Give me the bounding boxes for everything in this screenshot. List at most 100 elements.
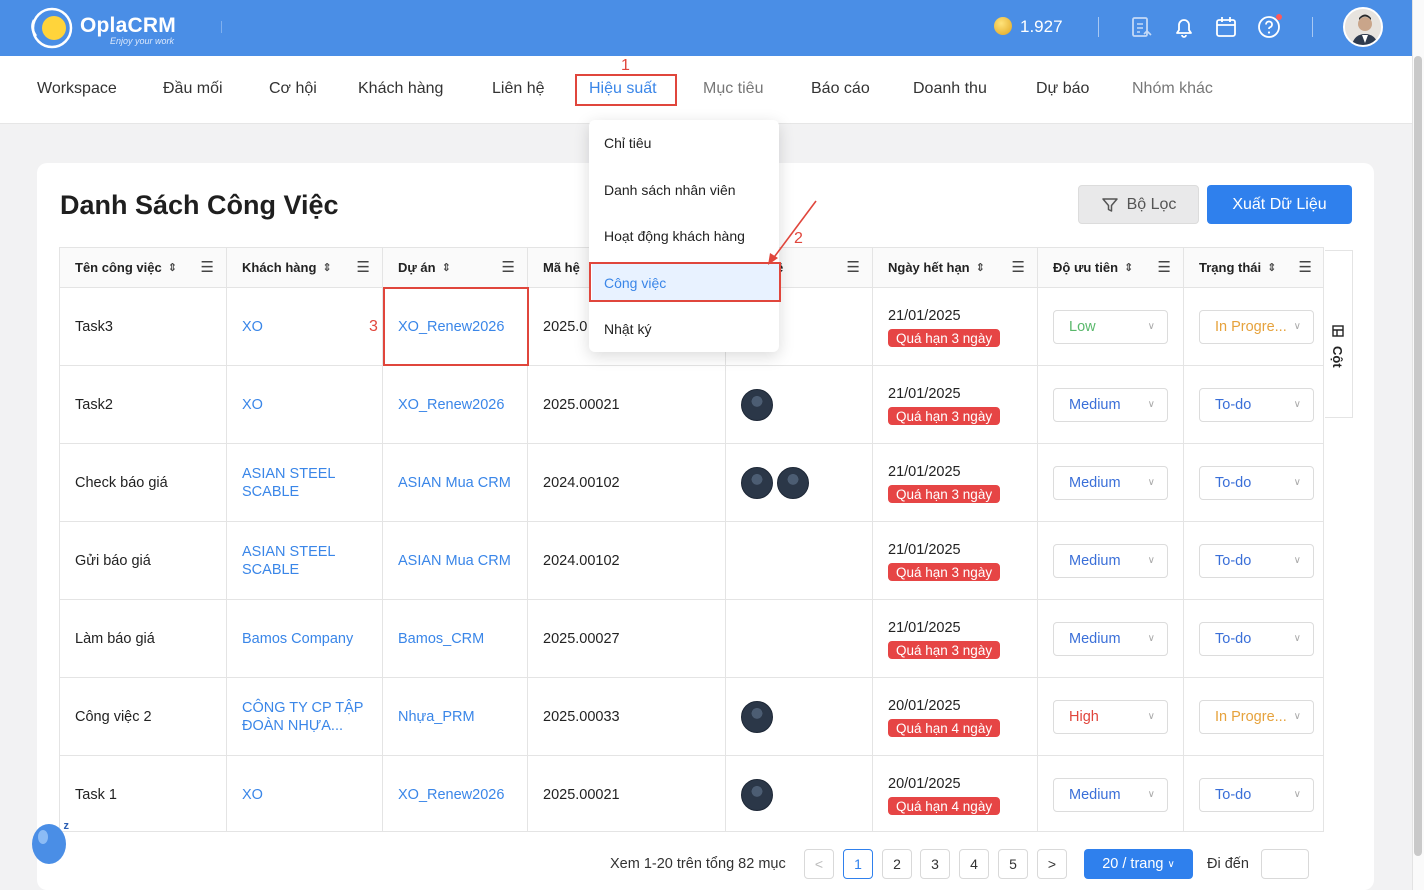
status-select[interactable]: In Progre... ∨ xyxy=(1199,309,1314,344)
user-avatar[interactable] xyxy=(1343,7,1383,47)
page-3-button[interactable]: 3 xyxy=(920,849,950,879)
status-select[interactable]: In Progre... ∨ xyxy=(1199,699,1314,734)
project-link[interactable]: XO_Renew2026 xyxy=(383,756,528,831)
bell-icon[interactable] xyxy=(1171,14,1197,40)
nav-bao-cao[interactable]: Báo cáo xyxy=(811,80,870,98)
oplacrm-logo[interactable] xyxy=(28,6,76,50)
col-header-priority[interactable]: Độ ưu tiên ⇕ ☰ xyxy=(1038,248,1184,288)
col-header-due-date[interactable]: Ngày hết hạn ⇕ ☰ xyxy=(873,248,1038,288)
col-header-status[interactable]: Trạng thái ⇕ ☰ xyxy=(1184,248,1323,288)
assignee-avatar[interactable] xyxy=(741,778,773,811)
task-name-cell[interactable]: Task3 xyxy=(60,288,227,365)
nav-doanh-thu[interactable]: Doanh thu xyxy=(913,80,987,98)
col-header-task-name[interactable]: Tên công việc ⇕ ☰ xyxy=(60,248,227,288)
project-link[interactable]: ASIAN Mua CRM xyxy=(383,522,528,599)
mascot-egg-icon[interactable]: z xyxy=(30,817,70,865)
customer-link[interactable]: XO xyxy=(227,366,383,443)
column-menu-icon[interactable]: ☰ xyxy=(201,258,214,276)
dropdown-item-chi-tieu[interactable]: Chỉ tiêu xyxy=(604,135,651,151)
priority-select[interactable]: Medium ∨ xyxy=(1053,543,1168,578)
table-row[interactable]: Làm báo giá Bamos Company Bamos_CRM 2025.00… xyxy=(60,600,1323,678)
task-name-cell[interactable]: Task 1 xyxy=(60,756,227,831)
prev-page-button[interactable]: < xyxy=(804,849,834,879)
customer-link[interactable]: XO xyxy=(227,756,383,831)
column-menu-icon[interactable]: ☰ xyxy=(357,258,370,276)
project-link[interactable]: Bamos_CRM xyxy=(383,600,528,677)
priority-select[interactable]: Medium ∨ xyxy=(1053,387,1168,422)
priority-select[interactable]: Medium ∨ xyxy=(1053,621,1168,656)
project-link[interactable]: Nhựa_PRM xyxy=(383,678,528,755)
status-select[interactable]: To-do ∨ xyxy=(1199,621,1314,656)
sort-icon[interactable]: ⇕ xyxy=(1124,261,1133,274)
nav-muc-tieu[interactable]: Mục tiêu xyxy=(703,80,763,98)
priority-select[interactable]: Low ∨ xyxy=(1053,309,1168,344)
sort-icon[interactable]: ⇕ xyxy=(1267,261,1276,274)
nav-khach-hang[interactable]: Khách hàng xyxy=(358,80,443,98)
next-page-button[interactable]: > xyxy=(1037,849,1067,879)
help-icon[interactable] xyxy=(1256,14,1282,40)
column-menu-icon[interactable]: ☰ xyxy=(1158,258,1171,276)
priority-select[interactable]: Medium ∨ xyxy=(1053,465,1168,500)
column-menu-icon[interactable]: ☰ xyxy=(847,258,860,276)
task-name-cell[interactable]: Check báo giá xyxy=(60,444,227,521)
project-link[interactable]: ASIAN Mua CRM xyxy=(383,444,528,521)
customer-link[interactable]: CÔNG TY CP TẬP ĐOÀN NHỰA... xyxy=(227,678,383,755)
customer-link[interactable]: XO xyxy=(227,288,383,365)
task-name-cell[interactable]: Gửi báo giá xyxy=(60,522,227,599)
column-menu-icon[interactable]: ☰ xyxy=(1012,258,1025,276)
column-menu-icon[interactable]: ☰ xyxy=(1299,258,1312,276)
page-5-button[interactable]: 5 xyxy=(998,849,1028,879)
coin-balance: 1.927 xyxy=(1020,17,1063,36)
sort-icon[interactable]: ⇕ xyxy=(442,261,451,274)
task-name-cell[interactable]: Công việc 2 xyxy=(60,678,227,755)
sort-icon[interactable]: ⇕ xyxy=(168,261,177,274)
page-scrollbar-thumb[interactable] xyxy=(1414,56,1422,856)
export-button[interactable]: Xuất Dữ Liệu xyxy=(1207,185,1352,224)
page-1-button[interactable]: 1 xyxy=(843,849,873,879)
col-header-customer[interactable]: Khách hàng ⇕ ☰ xyxy=(227,248,383,288)
status-select[interactable]: To-do ∨ xyxy=(1199,387,1314,422)
nav-nhom-khac[interactable]: Nhóm khác xyxy=(1132,80,1213,98)
dropdown-item-nhat-ky[interactable]: Nhật ký xyxy=(604,321,651,337)
page-size-select[interactable]: 20 / trang ∨ xyxy=(1084,849,1193,879)
table-row[interactable]: Task 1 XO XO_Renew2026 2025.00021 20/01/2025… xyxy=(60,756,1323,831)
nav-co-hoi[interactable]: Cơ hội xyxy=(269,80,317,98)
status-select[interactable]: To-do ∨ xyxy=(1199,777,1314,812)
sort-icon[interactable]: ⇕ xyxy=(322,261,331,274)
customer-link[interactable]: ASIAN STEEL SCABLE xyxy=(227,522,383,599)
table-row[interactable]: Gửi báo giá ASIAN STEEL SCABLE ASIAN Mua C… xyxy=(60,522,1323,600)
task-name-cell[interactable]: Làm báo giá xyxy=(60,600,227,677)
page-2-button[interactable]: 2 xyxy=(882,849,912,879)
task-name-cell[interactable]: Task2 xyxy=(60,366,227,443)
goto-page-input[interactable] xyxy=(1261,849,1309,879)
nav-workspace[interactable]: Workspace xyxy=(37,80,117,98)
sort-icon[interactable]: ⇕ xyxy=(976,261,985,274)
clipboard-icon[interactable] xyxy=(1128,14,1154,40)
customer-link[interactable]: Bamos Company xyxy=(227,600,383,677)
col-header-project[interactable]: Dự án ⇕ ☰ xyxy=(383,248,528,288)
chevron-down-icon: ∨ xyxy=(1147,320,1155,332)
table-row[interactable]: Check báo giá ASIAN STEEL SCABLE ASIAN Mua… xyxy=(60,444,1323,522)
assignee-avatar[interactable] xyxy=(741,388,773,421)
table-row[interactable]: Task2 XO XO_Renew2026 2025.00021 21/01/2025 Q… xyxy=(60,366,1323,444)
nav-du-bao[interactable]: Dự báo xyxy=(1036,80,1089,98)
priority-select[interactable]: High ∨ xyxy=(1053,699,1168,734)
calendar-icon[interactable] xyxy=(1213,14,1239,40)
nav-dau-moi[interactable]: Đầu mối xyxy=(163,80,223,98)
page-size-label: 20 / trang xyxy=(1102,856,1164,872)
table-row[interactable]: Công việc 2 CÔNG TY CP TẬP ĐOÀN NHỰA... Nh… xyxy=(60,678,1323,756)
column-menu-icon[interactable]: ☰ xyxy=(502,258,515,276)
dropdown-item-hoat-dong-khach-hang[interactable]: Hoạt động khách hàng xyxy=(604,228,745,244)
nav-lien-he[interactable]: Liên hệ xyxy=(492,80,545,98)
assignee-avatar[interactable] xyxy=(741,700,773,733)
status-select[interactable]: To-do ∨ xyxy=(1199,465,1314,500)
priority-select[interactable]: Medium ∨ xyxy=(1053,777,1168,812)
project-link[interactable]: XO_Renew2026 xyxy=(383,366,528,443)
status-select[interactable]: To-do ∨ xyxy=(1199,543,1314,578)
dropdown-item-danh-sach-nhan-vien[interactable]: Danh sách nhân viên xyxy=(604,182,736,198)
assignee-avatar[interactable] xyxy=(777,466,809,499)
filter-button[interactable]: Bộ Lọc xyxy=(1078,185,1199,224)
assignee-avatar[interactable] xyxy=(741,466,773,499)
page-4-button[interactable]: 4 xyxy=(959,849,989,879)
customer-link[interactable]: ASIAN STEEL SCABLE xyxy=(227,444,383,521)
